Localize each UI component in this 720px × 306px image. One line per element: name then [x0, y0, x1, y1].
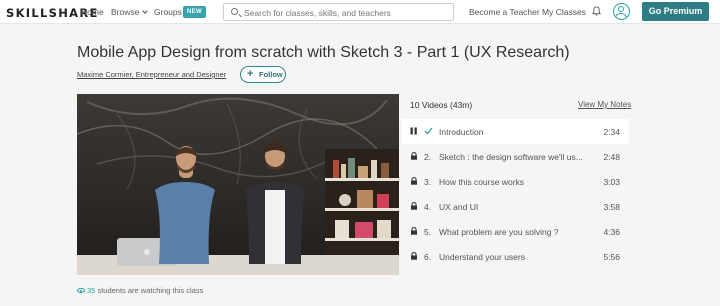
playlist-header: 10 Videos (43m)	[410, 100, 473, 110]
lesson-duration: 2:48	[603, 152, 620, 162]
lock-icon	[411, 252, 417, 260]
lesson-number: 2.	[424, 152, 432, 162]
user-head-icon	[618, 6, 624, 12]
lesson-title: What problem are you solving ?	[439, 227, 559, 237]
lesson-duration: 2:34	[603, 127, 620, 137]
become-teacher-link[interactable]: Become a Teacher	[469, 7, 540, 17]
new-badge: NEW	[183, 6, 206, 18]
search-icon	[231, 8, 238, 15]
nav-browse[interactable]: Browse	[111, 7, 149, 17]
author-link[interactable]: Maxime Cormier, Entrepreneur and Designe…	[77, 70, 226, 79]
nav-home[interactable]: Home	[81, 7, 104, 17]
lesson-title: How this course works	[439, 177, 525, 187]
lesson-title: Sketch : the design software we'll us...	[439, 152, 583, 162]
lesson-item-3[interactable]: 3. How this course works 3:03	[402, 169, 629, 194]
video-player[interactable]	[77, 94, 399, 275]
follow-button[interactable]: + Follow	[240, 66, 286, 83]
bell-icon[interactable]	[592, 6, 601, 16]
lock-icon	[411, 152, 417, 160]
avatar[interactable]	[613, 3, 630, 20]
nav-groups[interactable]: Groups	[154, 7, 182, 17]
lesson-duration: 3:58	[603, 202, 620, 212]
search-input[interactable]: Search for classes, skills, and teachers	[223, 3, 454, 21]
lock-icon	[411, 202, 417, 210]
lesson-number: 4.	[424, 202, 432, 212]
chevron-down-icon	[142, 8, 149, 14]
lesson-title: UX and UI	[439, 202, 479, 212]
lesson-item-4[interactable]: 4. UX and UI 3:58	[402, 194, 629, 219]
lesson-item-6[interactable]: 6. Understand your users 5:56	[402, 244, 629, 269]
lesson-title: Introduction	[439, 127, 484, 137]
lesson-number: 6.	[424, 252, 432, 262]
plus-icon: +	[247, 68, 254, 80]
lesson-duration: 4:36	[603, 227, 620, 237]
follow-label: Follow	[259, 70, 283, 79]
eye-icon	[77, 288, 85, 293]
lock-icon	[411, 227, 417, 235]
lesson-title: Understand your users	[439, 252, 525, 262]
user-body-icon	[615, 13, 627, 19]
lesson-number: 5.	[424, 227, 432, 237]
watching-text: students are watching this class	[97, 286, 204, 295]
view-notes-link[interactable]: View My Notes	[578, 100, 631, 109]
lesson-duration: 5:56	[603, 252, 620, 262]
lesson-number: 3.	[424, 177, 432, 187]
my-classes-link[interactable]: My Classes	[542, 7, 586, 17]
lock-icon	[411, 177, 417, 185]
video-frame	[77, 94, 399, 275]
top-nav: SKILLSHARE Home Browse Groups NEW Search…	[0, 0, 720, 24]
lesson-item-2[interactable]: 2. Sketch : the design software we'll us…	[402, 144, 629, 169]
nav-browse-label: Browse	[111, 7, 140, 17]
page-title: Mobile App Design from scratch with Sket…	[77, 44, 570, 61]
go-premium-button[interactable]: Go Premium	[642, 2, 709, 21]
watching-count: 35	[87, 286, 96, 295]
pause-icon	[410, 127, 417, 135]
lesson-item-5[interactable]: 5. What problem are you solving ? 4:36	[402, 219, 629, 244]
lesson-item-1[interactable]: Introduction 2:34	[402, 119, 629, 144]
check-icon	[424, 127, 433, 135]
lesson-duration: 3:03	[603, 177, 620, 187]
search-placeholder: Search for classes, skills, and teachers	[244, 8, 391, 18]
watching-status: 35 students are watching this class	[77, 286, 203, 295]
